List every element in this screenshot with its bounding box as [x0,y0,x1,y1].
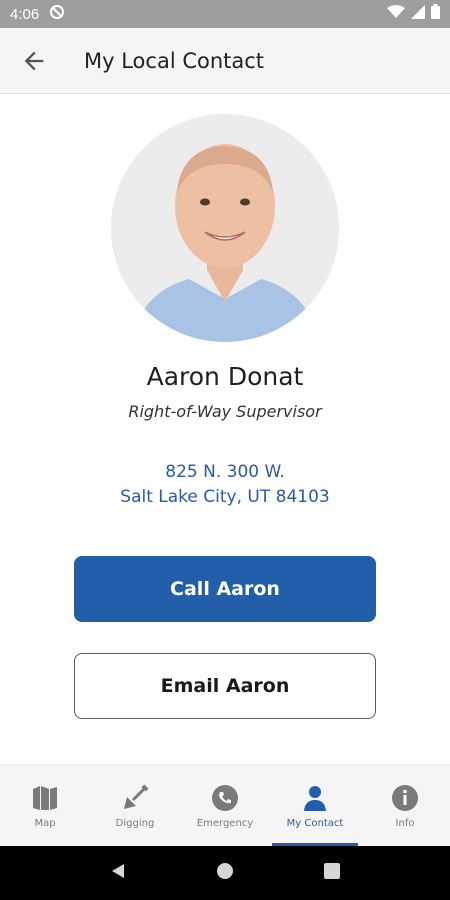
person-icon [300,783,330,813]
nav-item-emergency[interactable]: Emergency [180,765,270,846]
system-nav-bar [0,846,450,900]
battery-icon [431,4,440,24]
status-bar: 4:06 [0,0,450,28]
nav-label: Info [395,818,415,829]
map-icon [30,783,60,813]
call-button[interactable]: Call Aaron [74,556,376,622]
nav-label: Map [34,818,56,829]
phone-icon [210,783,240,813]
back-button[interactable] [4,28,64,94]
email-button[interactable]: Email Aaron [74,653,376,719]
contact-name: Aaron Donat [146,362,304,391]
status-time: 4:06 [10,5,40,23]
back-triangle-icon[interactable] [109,862,127,885]
bottom-nav: Map Digging Emergency My Contact Info [0,764,450,846]
avatar [111,114,339,342]
app-bar: My Local Contact [0,28,450,94]
nav-item-map[interactable]: Map [0,765,90,846]
shovel-icon [120,783,150,813]
nav-label: Digging [115,818,155,829]
arrow-left-icon [24,51,44,70]
address-line2[interactable]: Salt Lake City, UT 84103 [0,487,450,507]
nav-item-my-contact[interactable]: My Contact [270,765,360,846]
nav-item-info[interactable]: Info [360,765,450,846]
nav-label: Emergency [196,818,254,829]
recents-square-icon[interactable] [323,862,341,885]
nav-item-digging[interactable]: Digging [90,765,180,846]
home-circle-icon[interactable] [216,862,234,885]
nav-label: My Contact [286,818,344,829]
wifi-icon [387,4,405,24]
contact-role: Right-of-Way Supervisor [128,402,322,421]
address-line1[interactable]: 825 N. 300 W. [0,462,450,482]
dnd-icon [49,4,65,25]
page-title: My Local Contact [84,48,265,73]
signal-icon [411,4,425,24]
info-icon [390,783,420,813]
